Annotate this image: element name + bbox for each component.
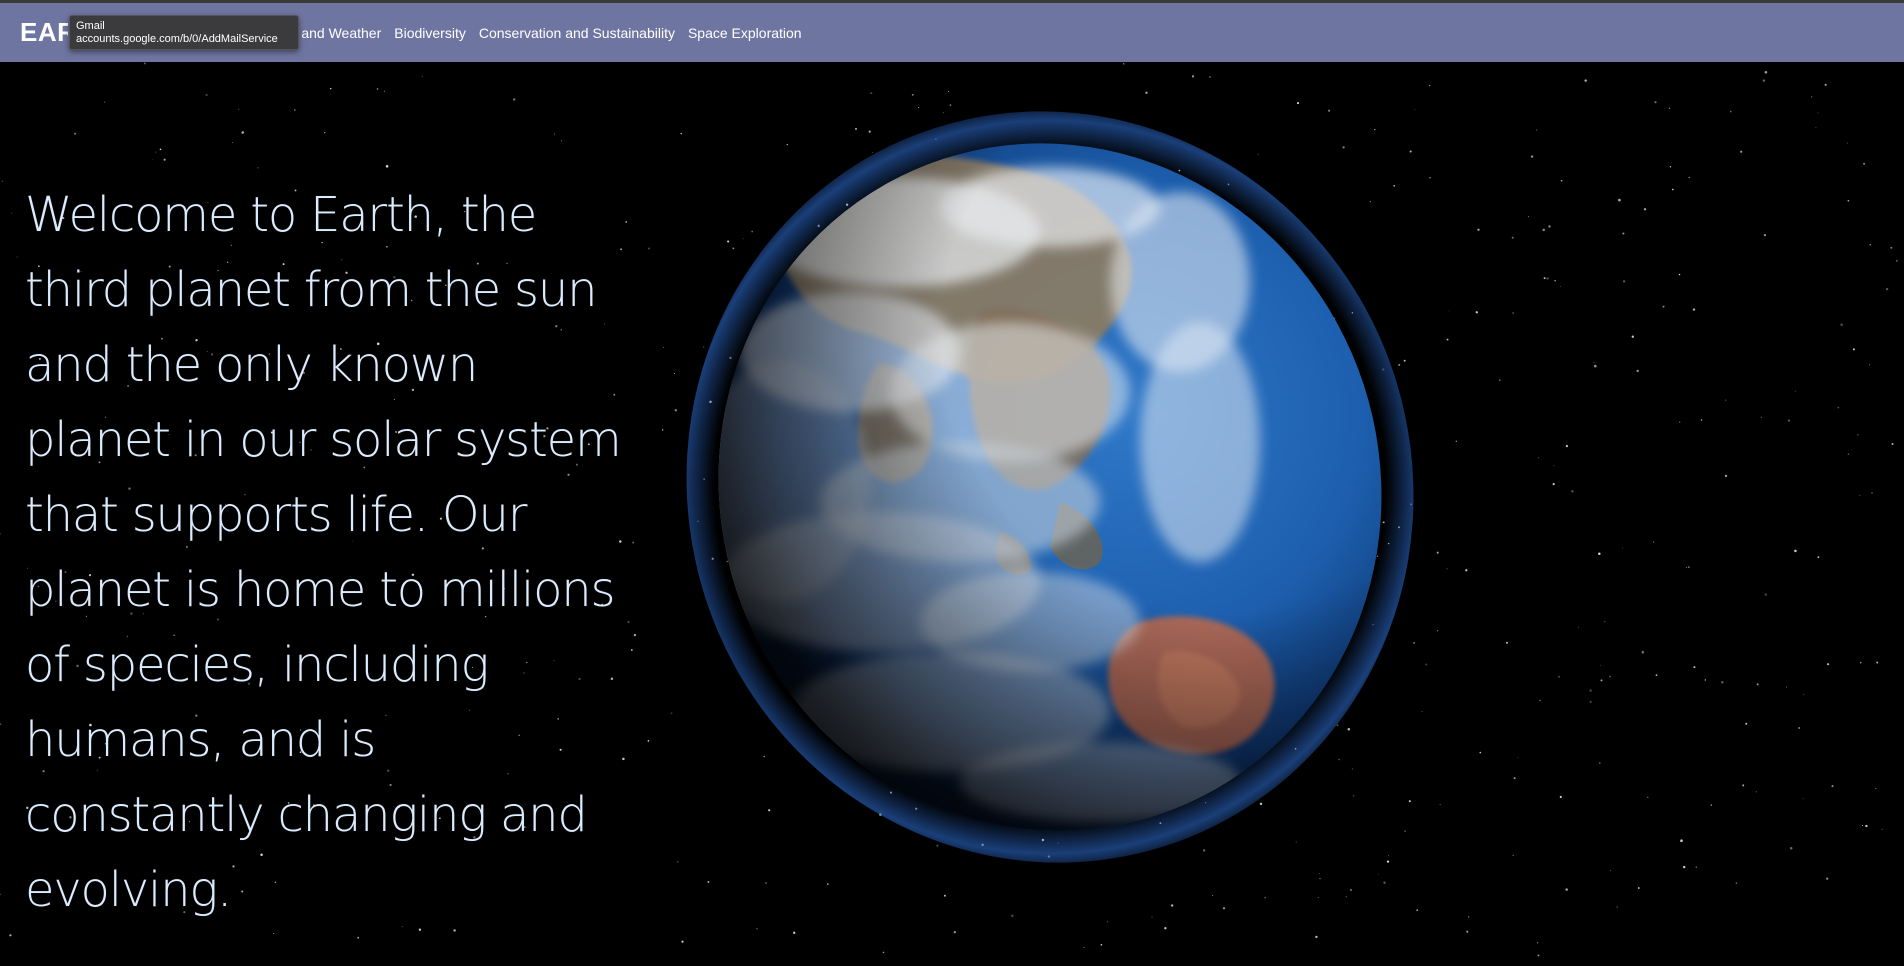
tooltip-title: Gmail [76, 20, 105, 32]
site-logo-text[interactable]: EARTH [20, 17, 68, 48]
nav-link-biodiversity[interactable]: Biodiversity [394, 25, 466, 41]
tooltip-url: accounts.google.com/b/0/AddMailService [76, 33, 278, 45]
nav-link-space-exploration[interactable]: Space Exploration [688, 25, 802, 41]
hero-headline: Welcome to Earth, the third planet from … [25, 187, 622, 918]
link-hover-tooltip: Gmail accounts.google.com/b/0/AddMailSer… [69, 15, 299, 50]
hero-section: Welcome to Earth, the third planet from … [0, 62, 1904, 966]
nav-link-conservation-and-sustainability[interactable]: Conservation and Sustainability [479, 25, 675, 41]
